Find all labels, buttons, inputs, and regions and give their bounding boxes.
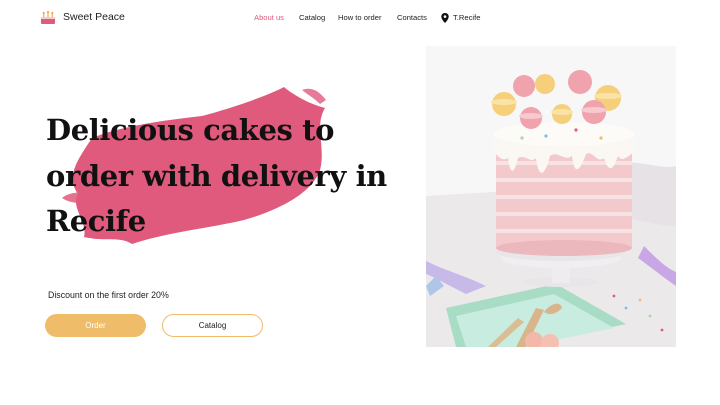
main-nav: About us Catalog How to order Contacts (0, 12, 720, 26)
location-label: T.Recife (453, 13, 481, 22)
discount-text: Discount on the first order 20% (48, 290, 169, 300)
nav-catalog[interactable]: Catalog (299, 12, 325, 24)
nav-contacts[interactable]: Contacts (397, 12, 427, 24)
order-button[interactable]: Order (45, 314, 146, 337)
location-pin-icon (441, 13, 449, 23)
nav-how-to-order[interactable]: How to order (338, 12, 381, 24)
location-selector[interactable]: T.Recife (441, 12, 480, 24)
catalog-button[interactable]: Catalog (162, 314, 263, 337)
hero-title: Delicious cakes to order with delivery i… (46, 113, 387, 238)
cake-photo (426, 46, 676, 347)
site-header: Sweet Peace About us Catalog How to orde… (0, 0, 720, 36)
nav-about-us[interactable]: About us (254, 12, 284, 24)
